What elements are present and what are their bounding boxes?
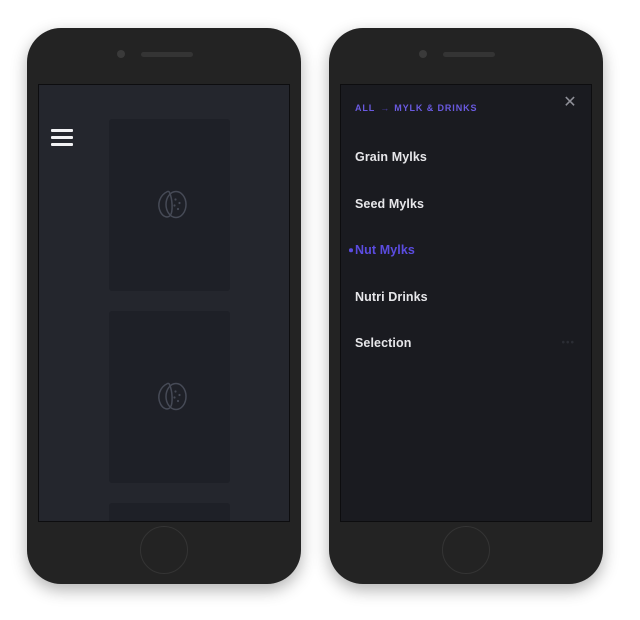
menu-item-label: Selection — [355, 336, 412, 351]
catalog-screen — [38, 84, 290, 522]
hamburger-menu-icon[interactable] — [51, 129, 73, 146]
close-x-icon[interactable]: ✕ — [561, 94, 579, 112]
nut-seed-placeholder-icon — [157, 382, 187, 411]
home-button-icon[interactable] — [140, 526, 188, 574]
speaker-grille-icon — [141, 52, 193, 57]
menu-item-selection[interactable]: Selection ••• — [341, 320, 591, 367]
hamburger-bar-1 — [51, 129, 73, 132]
hamburger-bar-3 — [51, 143, 73, 146]
active-bullet-icon — [349, 248, 353, 252]
product-card[interactable] — [109, 119, 230, 291]
product-card[interactable] — [109, 503, 230, 521]
home-button-icon[interactable] — [442, 526, 490, 574]
hamburger-bar-2 — [51, 136, 73, 139]
phone-device-catalog — [27, 28, 301, 584]
product-card-list — [109, 119, 230, 521]
screenshot-canvas: ALL → MYLK & DRINKS ✕ Grain Mylks Seed M… — [0, 0, 640, 620]
category-menu-list: Grain Mylks Seed Mylks Nut Mylks Nutri D… — [341, 134, 591, 367]
breadcrumb-separator-icon: → — [380, 103, 390, 113]
menu-item-label: Nutri Drinks — [355, 289, 428, 304]
menu-item-nut-mylks[interactable]: Nut Mylks — [341, 227, 591, 274]
camera-dot-icon — [419, 50, 427, 58]
nut-seed-placeholder-icon — [157, 190, 187, 219]
menu-item-trailing[interactable]: ••• — [561, 338, 575, 349]
menu-item-label: Seed Mylks — [355, 196, 425, 211]
camera-dot-icon — [117, 50, 125, 58]
menu-item-label: Nut Mylks — [355, 243, 415, 258]
breadcrumb-current: MYLK & DRINKS — [394, 103, 478, 113]
menu-item-nutri-drinks[interactable]: Nutri Drinks — [341, 274, 591, 321]
phone-device-menu: ALL → MYLK & DRINKS ✕ Grain Mylks Seed M… — [329, 28, 603, 584]
product-card[interactable] — [109, 311, 230, 483]
menu-item-seed-mylks[interactable]: Seed Mylks — [341, 181, 591, 228]
breadcrumb: ALL → MYLK & DRINKS — [355, 103, 477, 113]
menu-item-label: Grain Mylks — [355, 150, 427, 165]
speaker-grille-icon — [443, 52, 495, 57]
category-menu-panel: ALL → MYLK & DRINKS ✕ Grain Mylks Seed M… — [341, 85, 591, 521]
menu-screen: ALL → MYLK & DRINKS ✕ Grain Mylks Seed M… — [340, 84, 592, 522]
menu-item-grain-mylks[interactable]: Grain Mylks — [341, 134, 591, 181]
breadcrumb-root[interactable]: ALL — [355, 103, 375, 113]
